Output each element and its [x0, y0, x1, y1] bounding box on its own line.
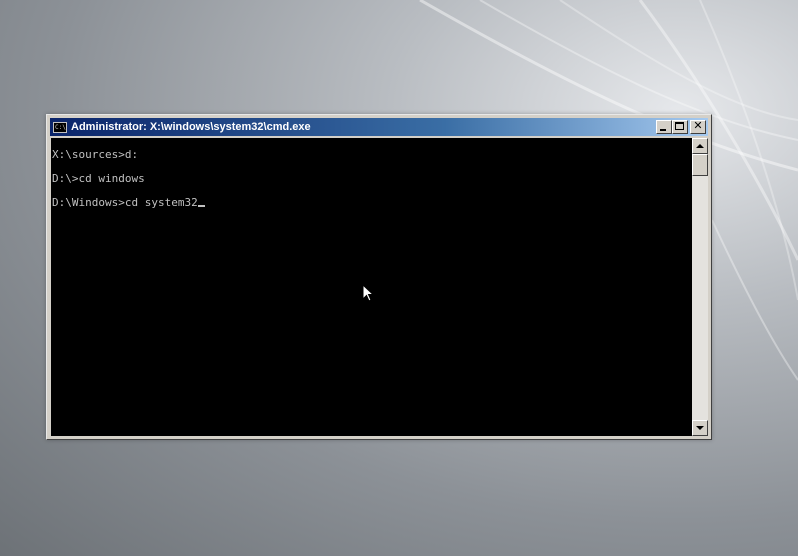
vertical-scrollbar[interactable] [692, 138, 708, 436]
scroll-thumb[interactable] [692, 154, 708, 176]
title-bar[interactable]: C:\ Administrator: X:\windows\system32\c… [50, 118, 708, 136]
console-line: D:\>cd windows [52, 172, 145, 185]
scroll-up-button[interactable] [692, 138, 708, 154]
arrow-up-icon [696, 144, 704, 148]
maximize-button[interactable] [672, 120, 688, 134]
close-button[interactable]: ✕ [690, 119, 706, 134]
console-line: X:\sources>d: [52, 148, 139, 161]
cmd-icon[interactable]: C:\ [53, 121, 67, 133]
console-line-current: D:\Windows>cd system32 [52, 197, 692, 209]
arrow-down-icon [696, 426, 704, 430]
minimize-button[interactable] [656, 120, 672, 134]
minimize-icon [660, 129, 666, 131]
close-icon: ✕ [693, 119, 703, 132]
maximize-icon [675, 122, 684, 130]
arrow-cursor-icon [362, 284, 375, 302]
cmd-window[interactable]: C:\ Administrator: X:\windows\system32\c… [46, 114, 712, 440]
window-title: Administrator: X:\windows\system32\cmd.e… [71, 121, 311, 133]
scroll-down-button[interactable] [692, 420, 708, 436]
text-cursor [197, 205, 205, 207]
window-controls: ✕ [656, 119, 706, 134]
